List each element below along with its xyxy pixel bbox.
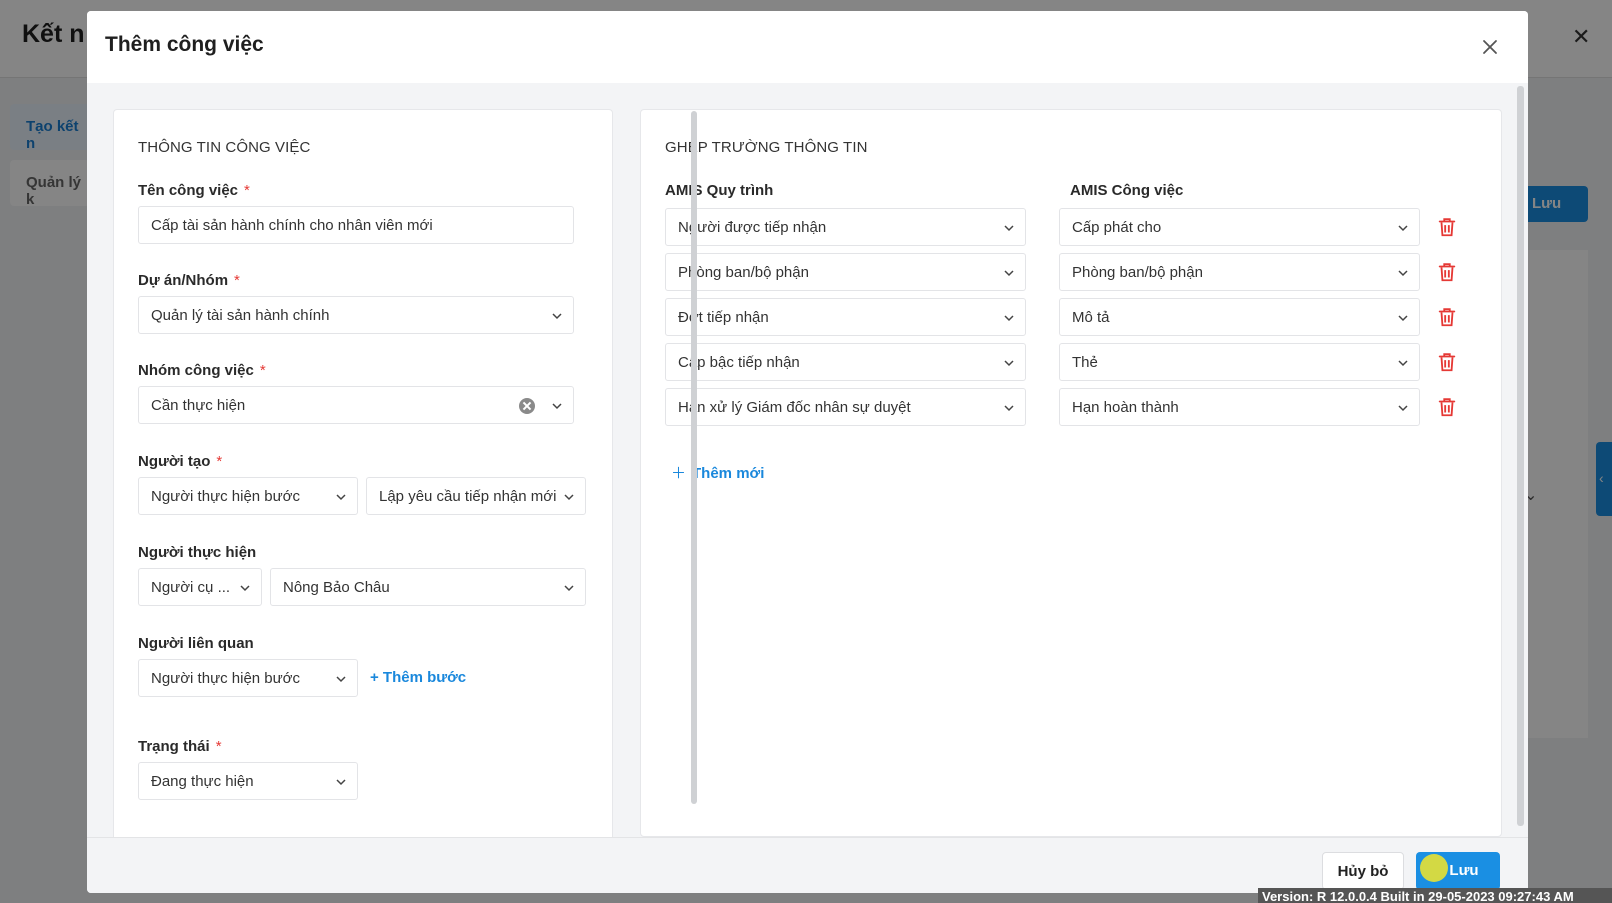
chevron-down-icon [564, 585, 574, 592]
task-field-select[interactable]: Thẻ [1059, 343, 1420, 381]
process-field-select[interactable]: Hạn xử lý Giám đốc nhân sự duyệt [665, 388, 1026, 426]
process-field-select[interactable]: Cấp bậc tiếp nhận [665, 343, 1026, 381]
task-field-value: Hạn hoàn thành [1072, 399, 1179, 416]
close-icon[interactable] [1478, 35, 1502, 59]
col-amis-process-header: AMIS Quy trình [665, 182, 774, 199]
status-select[interactable]: Đang thực hiện [138, 762, 358, 800]
chevron-down-icon [1398, 360, 1408, 367]
task-group-value: Cần thực hiện [151, 397, 246, 414]
task-name-label: Tên công việc * [138, 182, 250, 199]
field-mapping-card: GHÉP TRƯỜNG THÔNG TIN AMIS Quy trình AMI… [640, 109, 1502, 837]
save-label: Lưu [1449, 862, 1479, 879]
trash-icon[interactable] [1436, 350, 1458, 374]
assignee-type-select[interactable]: Người cụ ... [138, 568, 262, 606]
task-name-input[interactable]: Cấp tài sản hành chính cho nhân viên mới [138, 206, 574, 244]
assignee-label: Người thực hiện [138, 544, 257, 561]
status-label: Trạng thái * [138, 738, 222, 755]
status-value: Đang thực hiện [151, 773, 254, 790]
trash-icon[interactable] [1436, 260, 1458, 284]
creator-type-select[interactable]: Người thực hiện bước [138, 477, 358, 515]
chevron-down-icon [552, 403, 562, 410]
right-scrollbar[interactable] [1517, 86, 1524, 826]
chevron-down-icon [552, 313, 562, 320]
add-new-mapping-link[interactable]: ＋ Thêm mới [671, 462, 764, 483]
chevron-down-icon [1004, 225, 1014, 232]
creator-step-select[interactable]: Lập yêu cầu tiếp nhận mới [366, 477, 586, 515]
related-type-select[interactable]: Người thực hiện bước [138, 659, 358, 697]
task-field-value: Phòng ban/bộ phận [1072, 264, 1203, 281]
chevron-down-icon [240, 585, 250, 592]
trash-icon[interactable] [1436, 305, 1458, 329]
task-field-select[interactable]: Mô tả [1059, 298, 1420, 336]
chevron-down-icon [1004, 315, 1014, 322]
creator-label: Người tạo * [138, 453, 223, 470]
chevron-down-icon [564, 494, 574, 501]
chevron-down-icon [336, 676, 346, 683]
creator-step-value: Lập yêu cầu tiếp nhận mới [379, 488, 557, 505]
task-field-select[interactable]: Phòng ban/bộ phận [1059, 253, 1420, 291]
chevron-down-icon [336, 779, 346, 786]
chevron-down-icon [1398, 225, 1408, 232]
cursor-highlight [1420, 854, 1448, 882]
modal-header: Thêm công việc [87, 11, 1528, 83]
process-field-select[interactable]: Người được tiếp nhận [665, 208, 1026, 246]
task-group-label: Nhóm công việc * [138, 362, 266, 379]
trash-icon[interactable] [1436, 215, 1458, 239]
task-info-card: THÔNG TIN CÔNG VIỆC Tên công việc * Cấp t… [113, 109, 613, 843]
modal-footer: Hủy bỏ Lưu [87, 837, 1528, 893]
clear-circle-icon[interactable] [519, 398, 535, 414]
assignee-type-value: Người cụ ... [151, 579, 231, 596]
process-field-value: Người được tiếp nhận [678, 219, 827, 236]
process-field-select[interactable]: Phòng ban/bộ phận [665, 253, 1026, 291]
process-field-value: Hạn xử lý Giám đốc nhân sự duyệt [678, 399, 911, 416]
version-info: Version: R 12.0.0.4 Built in 29-05-2023 … [1258, 888, 1612, 903]
task-field-select[interactable]: Hạn hoàn thành [1059, 388, 1420, 426]
left-scrollbar[interactable] [691, 111, 697, 804]
task-field-select[interactable]: Cấp phát cho [1059, 208, 1420, 246]
modal-body: THÔNG TIN CÔNG VIỆC Tên công việc * Cấp t… [87, 83, 1528, 843]
project-select[interactable]: Quản lý tài sản hành chính [138, 296, 574, 334]
process-field-value: Phòng ban/bộ phận [678, 264, 809, 281]
chevron-down-icon [1398, 270, 1408, 277]
chevron-down-icon [1004, 360, 1014, 367]
related-label: Người liên quan [138, 635, 254, 652]
cancel-button[interactable]: Hủy bỏ [1322, 852, 1404, 890]
chevron-down-icon [1004, 405, 1014, 412]
project-label: Dự án/Nhóm * [138, 272, 240, 289]
modal-title: Thêm công việc [105, 33, 264, 56]
project-value: Quản lý tài sản hành chính [151, 307, 330, 324]
creator-type-value: Người thực hiện bước [151, 488, 301, 505]
trash-icon[interactable] [1436, 395, 1458, 419]
task-group-select[interactable]: Cần thực hiện [138, 386, 574, 424]
related-type-value: Người thực hiện bước [151, 670, 301, 687]
task-field-value: Thẻ [1072, 354, 1098, 371]
add-step-link[interactable]: + Thêm bước [370, 669, 466, 686]
plus-icon: ＋ [671, 465, 687, 482]
col-amis-task-header: AMIS Công việc [1070, 182, 1184, 199]
chevron-down-icon [1398, 315, 1408, 322]
chevron-down-icon [1004, 270, 1014, 277]
assignee-person-select[interactable]: Nông Bảo Châu [270, 568, 586, 606]
add-task-modal: Thêm công việc THÔNG TIN CÔNG VIỆC Tên c… [87, 11, 1528, 893]
chevron-down-icon [1398, 405, 1408, 412]
task-field-value: Cấp phát cho [1072, 219, 1162, 236]
assignee-person-value: Nông Bảo Châu [283, 579, 390, 596]
chevron-down-icon [336, 494, 346, 501]
process-field-select[interactable]: Đợt tiếp nhận [665, 298, 1026, 336]
task-field-value: Mô tả [1072, 309, 1110, 326]
task-info-section-title: THÔNG TIN CÔNG VIỆC [138, 139, 311, 156]
